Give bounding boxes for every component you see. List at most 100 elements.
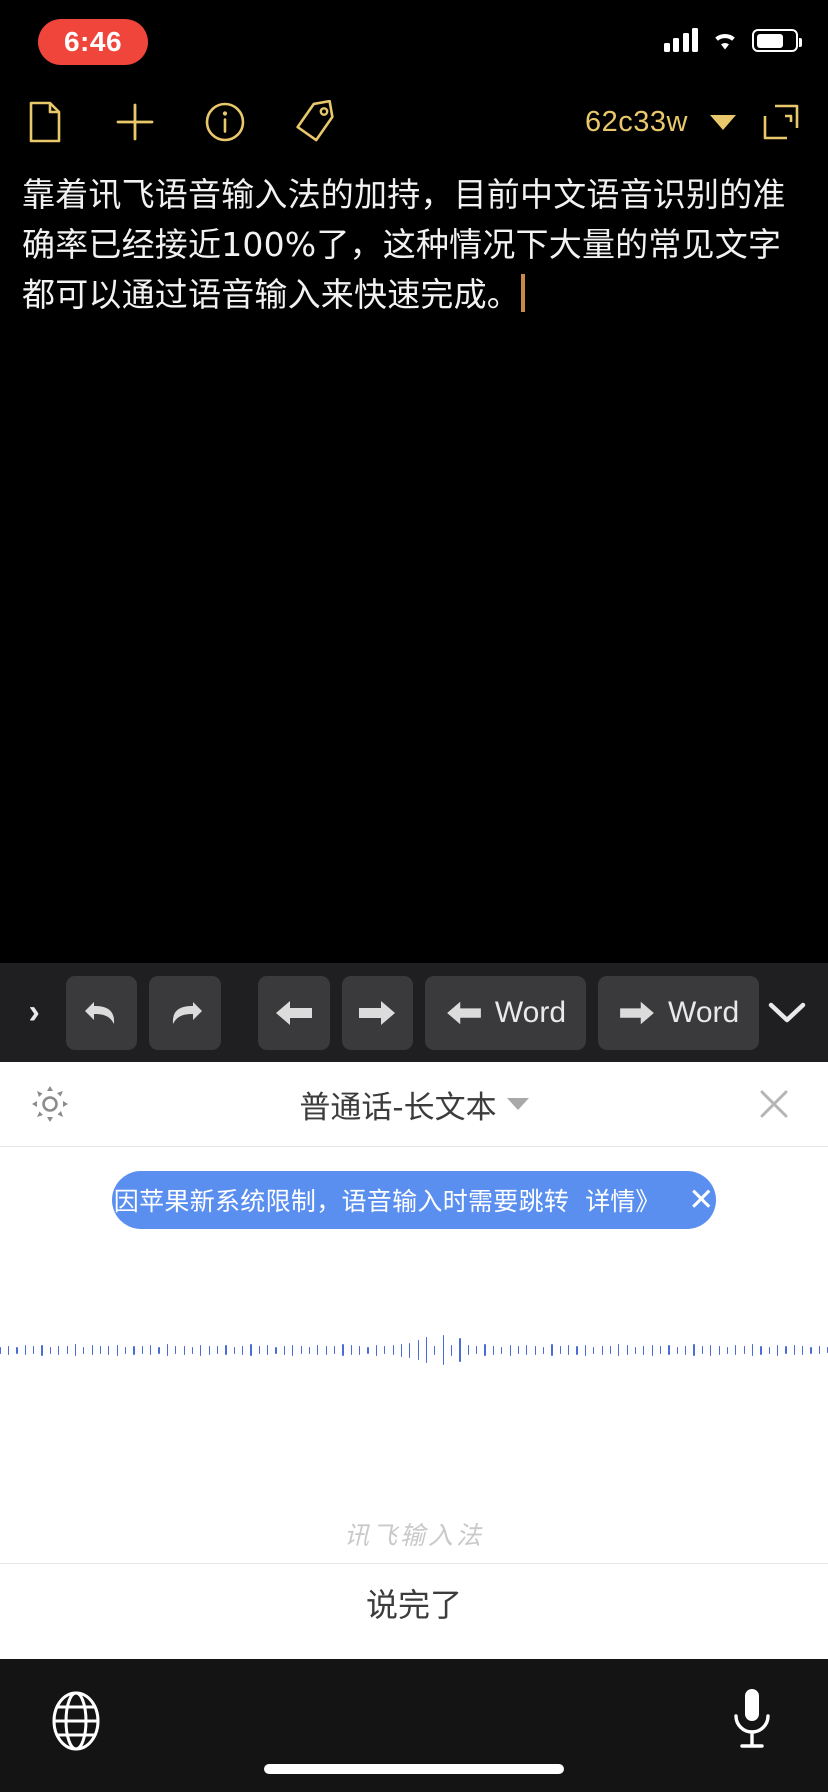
waveform-bar — [802, 1345, 804, 1355]
microphone-icon[interactable] — [720, 1685, 784, 1755]
editor-text-value: 靠着讯飞语音输入法的加持，目前中文语音识别的准确率已经接近100%了，这种情况下… — [22, 175, 786, 314]
waveform-bar — [258, 1346, 260, 1354]
waveform-bar — [818, 1346, 821, 1354]
waveform-bar — [660, 1346, 662, 1354]
waveform-bar — [442, 1335, 444, 1365]
arrow-right-icon — [620, 1001, 654, 1024]
close-icon — [760, 1090, 788, 1118]
redo-icon — [173, 1001, 203, 1024]
waveform-bar — [275, 1346, 277, 1354]
editor-content[interactable]: 靠着讯飞语音输入法的加持，目前中文语音识别的准确率已经接近100%了，这种情况下… — [22, 170, 806, 320]
home-indicator[interactable] — [264, 1764, 564, 1774]
waveform-bar — [66, 1346, 68, 1354]
waveform-bar — [609, 1346, 612, 1354]
add-icon[interactable] — [112, 99, 158, 145]
waveform-bar — [517, 1346, 520, 1354]
word-left-label: Word — [494, 995, 567, 1029]
waveform-bar — [108, 1345, 110, 1355]
waveform-bar — [342, 1344, 344, 1356]
text-editor[interactable]: 靠着讯飞语音输入法的加持，目前中文语音识别的准确率已经接近100%了，这种情况下… — [0, 166, 828, 956]
undo-icon — [84, 1001, 114, 1024]
waveform-bar — [601, 1345, 603, 1355]
waveform-bar — [283, 1345, 286, 1355]
waveform-bar — [392, 1345, 394, 1355]
waveform-bar — [400, 1343, 403, 1357]
waveform-bar — [718, 1345, 720, 1355]
waveform-bar — [7, 1345, 10, 1355]
gear-icon[interactable] — [26, 1080, 74, 1128]
cursor-right-button[interactable] — [341, 975, 413, 1050]
banner-details-link[interactable]: 详情》 — [585, 1182, 660, 1218]
text-caret — [521, 274, 525, 312]
waveform-bar — [300, 1346, 302, 1354]
banner-close-icon[interactable]: ✕ — [688, 1184, 714, 1216]
edit-toolbar: › Word Word — [0, 963, 828, 1062]
info-icon[interactable] — [202, 99, 248, 145]
waveform-bar — [99, 1346, 102, 1354]
ime-close-button[interactable] — [750, 1080, 798, 1128]
waveform-bar — [701, 1346, 703, 1354]
recording-time-pill[interactable]: 6:46 — [38, 19, 148, 65]
waveform-bar — [417, 1340, 419, 1360]
ime-mode-label: 普通话-长文本 — [299, 1089, 497, 1126]
waveform-bar — [501, 1346, 503, 1354]
waveform-bar — [551, 1344, 553, 1356]
waveform-bar — [668, 1345, 670, 1355]
waveform-bar — [41, 1344, 43, 1356]
tag-icon[interactable] — [292, 99, 338, 145]
toolbar-expand-chevron-icon[interactable]: › — [14, 993, 54, 1032]
word-left-button[interactable]: Word — [424, 975, 587, 1050]
waveform-bar — [810, 1346, 812, 1354]
phone-screen: 6:46 62c33w 靠着讯飞语音输入法的加持，目前中文语音识别的准确率已经接… — [0, 0, 828, 1792]
globe-icon[interactable] — [44, 1689, 108, 1753]
waveform-bar — [451, 1344, 453, 1356]
collapse-keyboard-button[interactable] — [759, 1000, 814, 1026]
expand-window-icon[interactable] — [758, 99, 804, 145]
waveform-bar — [584, 1344, 586, 1356]
toolbar-right-group: 62c33w — [585, 99, 828, 145]
waveform-bar — [58, 1345, 60, 1355]
waveform-bar — [359, 1345, 361, 1355]
cursor-left-button[interactable] — [258, 975, 330, 1050]
document-name-label[interactable]: 62c33w — [585, 106, 688, 139]
ime-divider — [0, 1563, 828, 1564]
waveform-bar — [317, 1345, 319, 1355]
ime-mode-selector[interactable]: 普通话-长文本 — [299, 1082, 529, 1127]
waveform-bar — [710, 1344, 712, 1356]
chevron-down-icon[interactable] — [710, 114, 736, 130]
waveform-bar — [292, 1344, 294, 1356]
finish-speaking-button[interactable]: 说完了 — [0, 1580, 828, 1626]
ime-notice-banner[interactable]: 因苹果新系统限制，语音输入时需要跳转 详情》 ✕ — [112, 1171, 716, 1229]
ime-header: 普通话-长文本 — [0, 1062, 828, 1147]
waveform-bar — [175, 1346, 177, 1354]
toolbar-left-group — [0, 99, 338, 145]
waveform-bar — [334, 1346, 336, 1354]
waveform-bar — [568, 1345, 570, 1355]
new-document-icon[interactable] — [22, 99, 68, 145]
waveform-bar — [651, 1344, 653, 1356]
waveform-bar — [191, 1346, 194, 1354]
waveform-bar — [618, 1344, 620, 1356]
waveform-bar — [183, 1345, 185, 1355]
arrow-left-icon — [447, 1001, 481, 1024]
chevron-down-icon — [768, 1002, 805, 1022]
waveform-bar — [509, 1344, 511, 1356]
waveform-bar — [83, 1346, 85, 1354]
word-right-button[interactable]: Word — [598, 975, 760, 1050]
waveform-bar — [467, 1345, 469, 1355]
waveform-bar — [542, 1346, 545, 1354]
waveform-bar — [233, 1346, 235, 1354]
wifi-icon — [710, 28, 740, 52]
waveform-bar — [33, 1346, 35, 1354]
waveform-bar — [409, 1342, 411, 1358]
ime-watermark: 讯飞输入法 — [343, 1521, 484, 1550]
triangle-down-icon — [506, 1098, 529, 1110]
redo-button[interactable] — [149, 975, 221, 1050]
waveform-bar — [133, 1345, 135, 1355]
undo-button[interactable] — [66, 975, 138, 1050]
keyboard-bottom-bar — [0, 1659, 828, 1792]
waveform-bar — [74, 1344, 77, 1356]
status-time: 6:46 — [63, 26, 123, 57]
waveform-bar — [200, 1344, 202, 1356]
waveform-bar — [158, 1346, 160, 1354]
